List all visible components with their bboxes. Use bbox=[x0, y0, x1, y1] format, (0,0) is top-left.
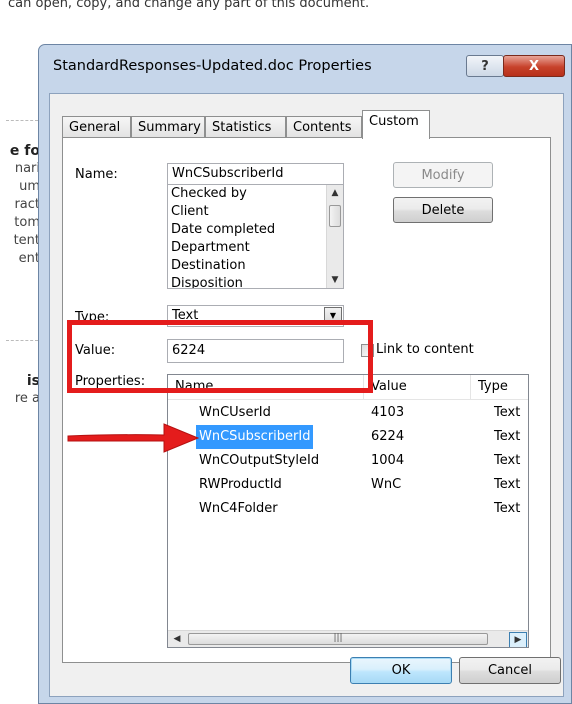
background-fragment: tom bbox=[14, 215, 40, 230]
row-name: WnCSubscriberId bbox=[194, 424, 315, 450]
modify-button[interactable]: Modify bbox=[393, 162, 493, 188]
name-list-item[interactable]: Client bbox=[168, 203, 343, 221]
ok-button[interactable]: OK bbox=[350, 657, 452, 684]
row-name: RWProductId bbox=[199, 477, 282, 492]
row-type: Text bbox=[494, 501, 521, 516]
scroll-right-icon[interactable]: ▶ bbox=[509, 632, 527, 647]
delete-button[interactable]: Delete bbox=[393, 197, 493, 223]
highlight-box bbox=[67, 320, 373, 393]
row-type: Text bbox=[494, 429, 521, 444]
name-field[interactable]: WnCSubscriberId bbox=[167, 163, 344, 185]
properties-hscrollbar[interactable]: ◀ ||| ▶ bbox=[168, 630, 528, 647]
background-fragment: re a bbox=[14, 391, 40, 406]
background-fragment: ent bbox=[18, 251, 40, 266]
column-value[interactable]: Value bbox=[364, 375, 471, 399]
row-type: Text bbox=[494, 453, 521, 468]
background-fragment: ract bbox=[14, 197, 40, 212]
background-fragment: e fo bbox=[9, 143, 40, 159]
background-document-text: can open, copy, and change any part of t… bbox=[0, 0, 572, 30]
red-arrow-icon bbox=[67, 423, 200, 453]
help-icon: ? bbox=[481, 58, 489, 74]
properties-list[interactable]: Name Value Type WnCUserId 4103 Text WnCS… bbox=[167, 374, 529, 648]
table-row[interactable]: WnC4Folder Text bbox=[168, 497, 528, 521]
close-icon: X bbox=[528, 58, 540, 74]
scroll-thumb[interactable] bbox=[329, 205, 341, 227]
name-list-item[interactable]: Department bbox=[168, 239, 343, 257]
row-value: 4103 bbox=[371, 405, 405, 420]
name-list-scrollbar[interactable]: ▲ ▼ bbox=[326, 185, 343, 288]
table-row-selected[interactable]: WnCSubscriberId 6224 Text bbox=[168, 424, 528, 450]
scroll-left-icon[interactable]: ◀ bbox=[169, 631, 185, 647]
background-divider bbox=[6, 340, 38, 341]
tab-custom[interactable]: Custom bbox=[362, 110, 430, 139]
scroll-up-icon[interactable]: ▲ bbox=[327, 185, 343, 201]
custom-panel: Name: WnCSubscriberId Checked by Client … bbox=[62, 137, 551, 663]
row-value: 6224 bbox=[371, 429, 405, 444]
name-list-item[interactable]: Disposition bbox=[168, 275, 343, 288]
help-button[interactable]: ? bbox=[466, 55, 504, 77]
name-list-item[interactable]: Date completed bbox=[168, 221, 343, 239]
table-row[interactable]: WnCOutputStyleId 1004 Text bbox=[168, 449, 528, 473]
background-fragments-2: is re a bbox=[0, 372, 40, 408]
scroll-down-icon[interactable]: ▼ bbox=[327, 272, 343, 288]
tab-summary[interactable]: Summary bbox=[131, 116, 205, 138]
row-type: Text bbox=[494, 477, 521, 492]
row-value: WnC bbox=[371, 477, 402, 492]
dialog-title: StandardResponses-Updated.doc Properties bbox=[53, 58, 372, 74]
row-value: 1004 bbox=[371, 453, 405, 468]
name-label: Name: bbox=[75, 167, 118, 182]
name-list-item[interactable]: Checked by bbox=[168, 185, 343, 203]
table-row[interactable]: WnCUserId 4103 Text bbox=[168, 401, 528, 425]
row-type: Text bbox=[494, 405, 521, 420]
name-listbox[interactable]: Checked by Client Date completed Departm… bbox=[167, 184, 344, 289]
scroll-thumb[interactable]: ||| bbox=[188, 633, 488, 645]
dialog-client-area: General Summary Statistics Contents Cust… bbox=[49, 93, 564, 697]
background-fragment: tent bbox=[13, 233, 40, 248]
row-name: WnC4Folder bbox=[199, 501, 278, 516]
table-row[interactable]: RWProductId WnC Text bbox=[168, 473, 528, 497]
background-fragments: e fo nari um ract tom tent ent bbox=[0, 142, 40, 268]
tab-statistics[interactable]: Statistics bbox=[205, 116, 286, 138]
background-fragment: um bbox=[19, 179, 40, 194]
background-fragment: nari bbox=[14, 161, 40, 176]
background-fragment: is bbox=[26, 373, 40, 389]
close-button[interactable]: X bbox=[503, 55, 565, 77]
row-name: WnCOutputStyleId bbox=[199, 453, 320, 468]
column-type[interactable]: Type bbox=[471, 375, 528, 399]
link-to-content-label: Link to content bbox=[376, 342, 474, 357]
background-divider bbox=[6, 120, 38, 121]
background-top-line: can open, copy, and change any part of t… bbox=[8, 0, 370, 11]
tab-general[interactable]: General bbox=[62, 116, 131, 138]
name-list-item[interactable]: Destination bbox=[168, 257, 343, 275]
cancel-button[interactable]: Cancel bbox=[459, 657, 561, 684]
tab-contents[interactable]: Contents bbox=[286, 116, 362, 138]
row-name: WnCUserId bbox=[199, 405, 271, 420]
